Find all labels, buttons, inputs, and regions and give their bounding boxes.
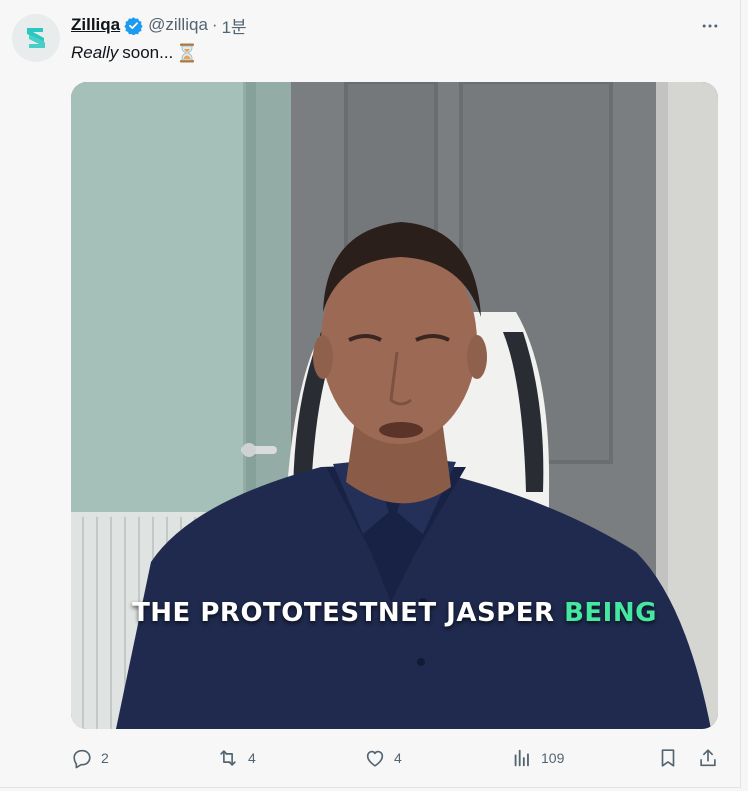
tweet-text: Really soon... [71,43,195,63]
caption-white-text: THE PROTOTESTNET JASPER [132,598,555,628]
like-button[interactable]: 4 [364,745,402,771]
verified-badge-icon [124,16,143,35]
repost-button[interactable]: 4 [216,745,256,771]
reply-count: 2 [101,750,109,766]
more-icon[interactable] [698,14,722,38]
hourglass-icon [179,43,195,63]
reply-icon [73,749,91,769]
views-count: 109 [541,750,565,766]
video-frame [71,82,718,729]
avatar[interactable] [12,14,60,62]
separator-dot: · [211,15,218,34]
tweet-header: Zilliqa @zilliqa · 1분 [71,13,247,38]
tweet-text-rest: soon... [122,43,174,62]
video-caption: THE PROTOTESTNET JASPER BEING [71,598,718,628]
reply-button[interactable]: 2 [71,745,109,771]
bookmark-icon [661,749,675,767]
zilliqa-logo-icon [27,28,45,48]
views-button[interactable]: 109 [511,745,564,771]
action-bar: 2 4 4 109 [71,745,721,771]
like-icon [366,750,384,767]
bookmark-button[interactable] [657,745,687,771]
views-icon [514,749,529,767]
repost-icon [220,750,236,766]
tweet-video[interactable]: THE PROTOTESTNET JASPER BEING [71,82,718,729]
like-count: 4 [394,750,402,766]
tweet-text-emphasis: Really [71,43,119,62]
tweet-timestamp[interactable]: 1분 [222,13,247,38]
caption-green-text: BEING [564,598,657,628]
author-name[interactable]: Zilliqa [71,15,120,35]
share-button[interactable] [697,745,727,771]
repost-count: 4 [248,750,256,766]
author-handle[interactable]: @zilliqa [148,15,208,35]
share-icon [700,749,716,767]
tweet-card[interactable]: Zilliqa @zilliqa · 1분 Really soon... THE… [0,0,741,788]
